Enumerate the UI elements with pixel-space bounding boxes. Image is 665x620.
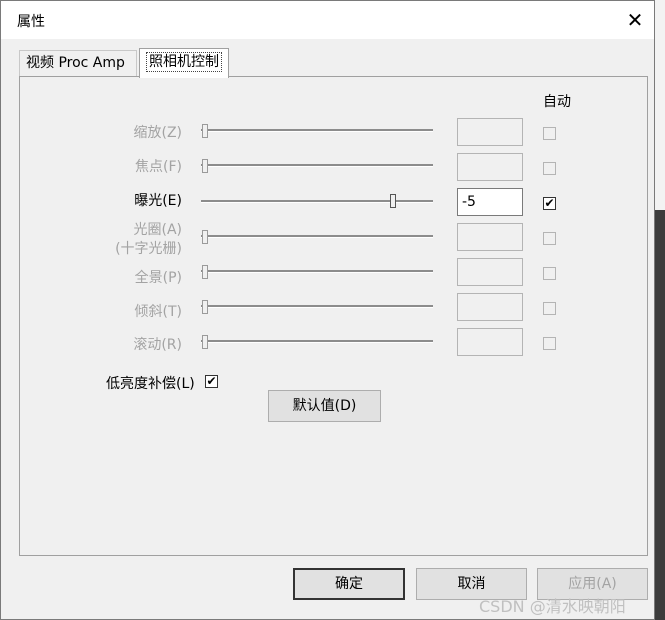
tilt-auto-checkbox bbox=[543, 302, 556, 315]
auto-column-header: 自动 bbox=[543, 94, 571, 110]
exposure-slider-track[interactable] bbox=[201, 200, 433, 203]
zoom-value-field bbox=[457, 118, 523, 146]
iris-label-secondary: (十字光栅) bbox=[115, 241, 182, 257]
low-light-compensation-label: 低亮度补偿(L) bbox=[106, 376, 195, 392]
iris-slider-thumb bbox=[202, 230, 208, 244]
roll-slider-thumb bbox=[202, 335, 208, 349]
tilt-value-field bbox=[457, 293, 523, 321]
window-title: 属性 bbox=[17, 14, 45, 30]
default-values-button[interactable]: 默认值(D) bbox=[268, 390, 381, 422]
iris-label: 光圈(A) bbox=[133, 222, 182, 238]
exposure-value-field[interactable]: -5 bbox=[457, 188, 523, 216]
tab-label: 视频 Proc Amp bbox=[26, 55, 125, 71]
roll-auto-checkbox bbox=[543, 337, 556, 350]
focus-value-field bbox=[457, 153, 523, 181]
exposure-label: 曝光(E) bbox=[134, 193, 182, 209]
ok-button[interactable]: 确定 bbox=[293, 568, 405, 600]
properties-dialog: 属性 ✕ 视频 Proc Amp 照相机控制 自动 缩放(Z) 焦点(F) 曝光… bbox=[0, 0, 655, 620]
iris-auto-checkbox bbox=[543, 232, 556, 245]
pan-label: 全景(P) bbox=[134, 270, 182, 286]
exposure-slider-thumb[interactable] bbox=[390, 194, 396, 208]
title-bar: 属性 ✕ bbox=[1, 1, 654, 39]
tab-video-proc-amp[interactable]: 视频 Proc Amp bbox=[19, 50, 137, 76]
focus-label: 焦点(F) bbox=[135, 159, 182, 175]
pan-slider-track bbox=[201, 270, 433, 273]
low-light-compensation-checkbox[interactable]: ✔ bbox=[205, 375, 218, 388]
exposure-auto-checkbox[interactable]: ✔ bbox=[543, 197, 556, 210]
tab-label: 照相机控制 bbox=[146, 52, 222, 72]
tab-camera-control[interactable]: 照相机控制 bbox=[139, 48, 229, 78]
pan-auto-checkbox bbox=[543, 267, 556, 280]
iris-value-field bbox=[457, 223, 523, 251]
zoom-slider-track bbox=[201, 129, 433, 132]
roll-value-field bbox=[457, 328, 523, 356]
close-icon[interactable]: ✕ bbox=[623, 9, 647, 31]
roll-slider-track bbox=[201, 340, 433, 343]
background-window-dark bbox=[655, 210, 665, 620]
tilt-slider-thumb bbox=[202, 300, 208, 314]
roll-label: 滚动(R) bbox=[133, 337, 182, 353]
tilt-slider-track bbox=[201, 305, 433, 308]
focus-auto-checkbox bbox=[543, 162, 556, 175]
zoom-label: 缩放(Z) bbox=[133, 125, 182, 141]
focus-slider-thumb bbox=[202, 159, 208, 173]
pan-value-field bbox=[457, 258, 523, 286]
tilt-label: 倾斜(T) bbox=[134, 304, 182, 320]
background-window-strip bbox=[655, 0, 665, 210]
zoom-slider-thumb bbox=[202, 124, 208, 138]
pan-slider-thumb bbox=[202, 265, 208, 279]
iris-slider-track bbox=[201, 235, 433, 238]
watermark: CSDN @清水映朝阳 bbox=[479, 597, 626, 616]
zoom-auto-checkbox bbox=[543, 127, 556, 140]
focus-slider-track bbox=[201, 164, 433, 167]
